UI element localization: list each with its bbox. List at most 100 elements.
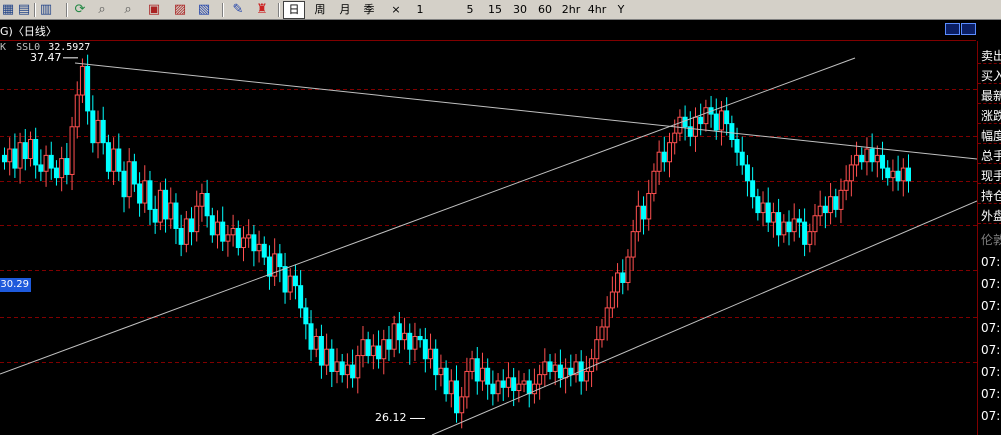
candle-body [204,193,210,217]
candle-body [511,377,517,392]
candle-body [459,396,465,414]
candle-body [391,323,397,350]
candle-body [256,243,262,252]
candle-body [438,367,444,376]
period-button-6[interactable]: 5 [460,0,480,19]
candle-body [173,202,179,229]
candle-body [386,339,392,350]
candle-body [786,221,792,233]
candle-body [557,364,563,379]
trade-time: 07: [981,387,1001,401]
candle-body [287,275,293,293]
candle-body [542,361,548,376]
candle-body [381,339,387,360]
candle-body [760,202,766,214]
candle-body [266,256,272,277]
candle-body [583,370,589,382]
quote-field-label: 最新 [981,89,1001,103]
candle-body [360,339,366,357]
trade-time: 07: [981,343,1001,357]
candle-body [744,164,750,182]
quote-field-label: 卖出 [981,49,1001,63]
period-button-12[interactable]: Y [612,0,630,19]
candle-body [599,326,605,341]
period-button-4[interactable]: × [386,0,406,19]
candle-body [38,164,44,172]
grid-icon[interactable]: ▦ [0,2,16,17]
period-button-2[interactable]: 月 [334,0,356,19]
refresh-icon[interactable]: ⟳ [72,2,88,17]
candle-body [880,154,886,169]
period-button-10[interactable]: 2hr [558,0,584,19]
toolbar-separator [66,3,68,17]
candle-body [469,358,475,372]
candle-body [209,215,215,236]
restore-window-icon[interactable] [945,23,960,35]
toolbar-separator [278,3,280,17]
draw-icon[interactable]: ✎ [230,2,246,17]
candle-body [609,291,615,309]
period-button-5[interactable]: 1 [410,0,430,19]
quote-field-label: 总手 [981,149,1001,163]
candle-body [625,256,631,283]
candle-body [74,94,80,128]
alert-icon[interactable]: ♜ [254,2,270,17]
candle-body [781,221,787,236]
candle-body [864,148,870,163]
candle-body [630,231,636,258]
trade-section-label: 伦敦 [981,233,1001,247]
candle-body [298,285,304,309]
period-button-8[interactable]: 30 [509,0,531,19]
trade-time: 07: [981,321,1001,335]
candle-body [703,107,709,125]
export-icon[interactable]: ▨ [172,2,188,17]
candle-body [90,110,96,144]
period-button-0[interactable]: 日 [283,1,305,19]
candle-body [677,116,683,134]
candle-body [27,139,33,160]
table-icon[interactable]: ▤ [16,2,32,17]
quote-field-label: 外盘 [981,209,1001,223]
candle-body [137,183,143,204]
candle-body [95,119,101,144]
candle-body [537,374,543,385]
candle-body [791,218,797,233]
candlestick-chart[interactable] [0,41,977,435]
indicator-icon[interactable]: ▣ [146,2,162,17]
period-button-1[interactable]: 周 [309,0,331,19]
candle-body [635,205,641,233]
period-button-9[interactable]: 60 [534,0,556,19]
candle-body [552,364,558,372]
candle-body [126,161,132,198]
resistance-trendline [74,62,977,160]
candle-body [479,367,485,382]
candle-body [329,348,335,372]
candle-body [365,339,371,357]
candle-body [589,358,595,372]
candle-body [848,164,854,182]
candle-body [318,336,324,366]
zoom-out-icon[interactable]: ⌕ [120,2,136,17]
candle-body [531,383,537,395]
candle-body [547,361,553,372]
chart-title-bar: G)〈日线〉 [0,21,976,41]
candle-body [199,193,205,207]
candle-body [282,266,288,293]
candle-body [116,148,122,172]
period-button-7[interactable]: 15 [484,0,506,19]
import-icon[interactable]: ▧ [196,2,212,17]
candle-body [750,180,756,198]
period-button-11[interactable]: 4hr [584,0,610,19]
period-button-3[interactable]: 季 [358,0,380,19]
zoom-in-icon[interactable]: ⌕ [94,2,110,17]
report-icon[interactable]: ▥ [38,2,54,17]
candle-body [828,196,834,214]
candle-body [521,380,527,385]
channel-upper-line [0,57,856,375]
candle-body [526,380,532,395]
quote-row-divider [978,143,1001,144]
maximize-window-icon[interactable] [961,23,976,35]
candle-body [854,154,860,166]
candle-body [152,208,158,223]
candle-body [33,139,39,166]
